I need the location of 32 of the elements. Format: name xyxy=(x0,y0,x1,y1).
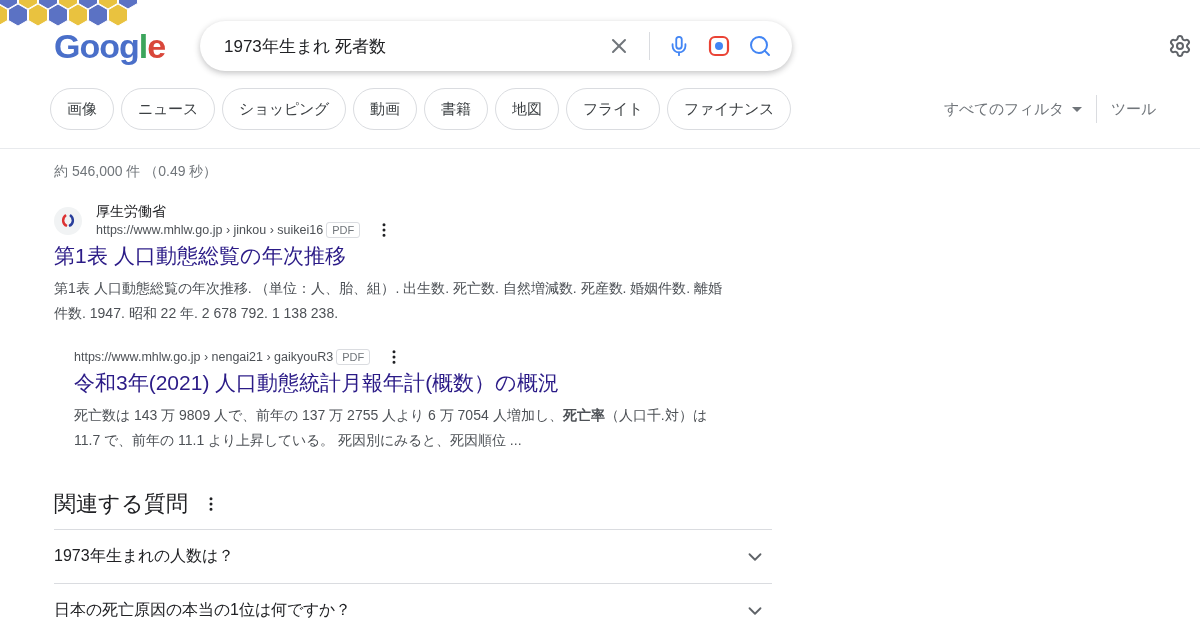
file-type-tag: PDF xyxy=(336,349,371,365)
question-row[interactable]: 日本の死亡原因の本当の1位は何ですか？ xyxy=(54,583,772,637)
result-snippet: 第1表 人口動態総覧の年次推移. （単位：人、胎、組）. 出生数. 死亡数. 自然増減数. 死産数. 婚姻件数. 離婚件数. 1947. 昭和 22 年. 2 678 792. 1 138 238. xyxy=(54,279,724,323)
dropdown-triangle-icon xyxy=(1072,106,1082,112)
result-url: https://www.mhlw.go.jp › nengai21 › gaikyouR3 xyxy=(74,350,334,364)
file-type-tag: PDF xyxy=(326,222,361,238)
filter-chip[interactable]: ファイナンス xyxy=(667,88,791,130)
filter-chip[interactable]: 動画 xyxy=(353,88,417,130)
site-favicon-icon xyxy=(54,207,82,235)
filter-chip[interactable]: 画像 xyxy=(50,88,114,130)
filter-chip[interactable]: フライト xyxy=(566,88,660,130)
google-logo[interactable]: Google xyxy=(54,26,200,66)
filter-chip[interactable]: ニュース xyxy=(121,88,215,130)
filter-chip[interactable]: 書籍 xyxy=(424,88,488,130)
site-name: 厚生労働省 xyxy=(96,203,167,221)
section-heading: 関連する質問 xyxy=(54,490,188,518)
filter-chip[interactable]: 地図 xyxy=(495,88,559,130)
all-filters-button[interactable]: すべてのフィルタ xyxy=(944,99,1082,119)
question-text: 1973年生まれの人数は？ xyxy=(54,546,234,566)
result-title-link[interactable]: 令和3年(2021) 人口動態統計月報年計(概数）の概況 xyxy=(74,369,734,397)
settings-icon[interactable] xyxy=(1168,34,1192,58)
tools-button[interactable]: ツール xyxy=(1111,99,1156,119)
camera-lens-icon[interactable] xyxy=(708,35,730,57)
question-row[interactable]: 1973年生まれの人数は？ xyxy=(54,529,772,583)
result-stats: 約 546,000 件 （0.49 秒） xyxy=(54,162,219,181)
result-title-link[interactable]: 第1表 人口動態総覧の年次推移 xyxy=(54,242,734,270)
question-text: 日本の死亡原因の本当の1位は何ですか？ xyxy=(54,600,351,620)
filter-chip[interactable]: ショッピング xyxy=(222,88,346,130)
search-input[interactable]: 1973年生まれ 死者数 xyxy=(222,35,589,57)
result-snippet: 死亡数は 143 万 9809 人で、前年の 137 万 2755 人より 6 万 7054 人増加し、死亡率（人口千.対）は 11.7 で、前年の 11.1 より上昇している。 死因別にみると、死因順位 ... xyxy=(74,406,708,450)
search-icon[interactable] xyxy=(748,34,772,58)
result-url: https://www.mhlw.go.jp › jinkou › suikei16 xyxy=(96,223,324,237)
